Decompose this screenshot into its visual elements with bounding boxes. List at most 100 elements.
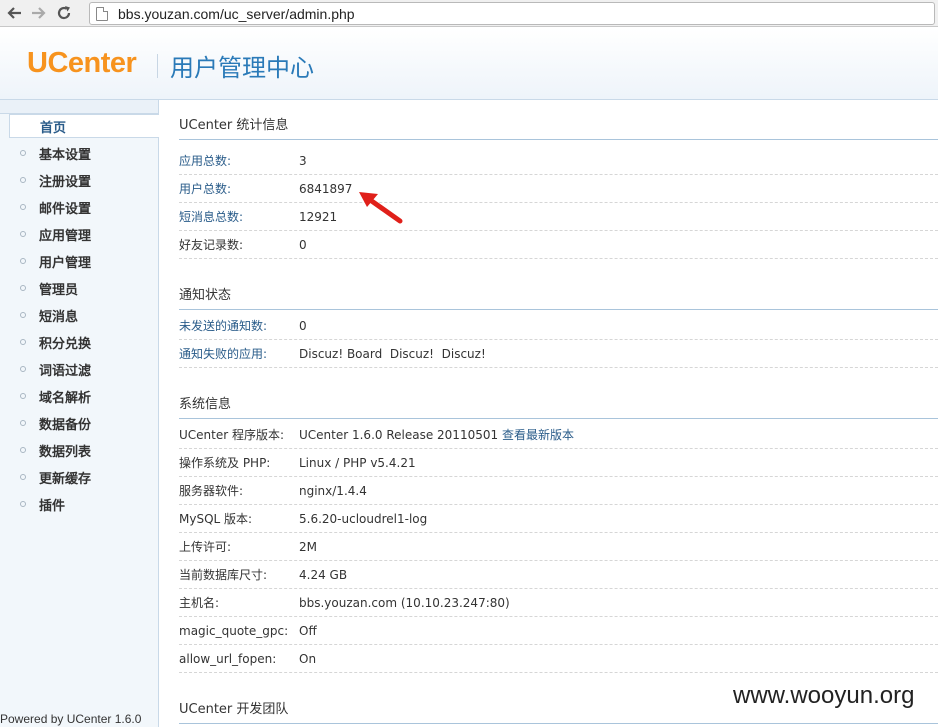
- reload-icon: [57, 6, 71, 20]
- bullet-icon: [20, 420, 26, 426]
- address-url: bbs.youzan.com/uc_server/admin.php: [118, 5, 355, 22]
- sidebar-item-user-management[interactable]: 用户管理: [0, 249, 159, 273]
- system-value: Off: [299, 623, 317, 638]
- stat-label[interactable]: 应用总数:: [179, 152, 299, 169]
- system-label: magic_quote_gpc:: [179, 623, 289, 638]
- bullet-icon: [20, 258, 26, 264]
- system-value: bbs.youzan.com (10.10.23.247:80): [299, 595, 510, 610]
- sidebar-item-label: 用户管理: [39, 255, 92, 271]
- sidebar-top-strip: [0, 100, 158, 114]
- back-button[interactable]: [3, 2, 25, 24]
- sidebar-item-label: 插件: [39, 498, 66, 514]
- system-label: 操作系统及 PHP:: [179, 456, 271, 470]
- sidebar-item-label: 注册设置: [39, 174, 92, 190]
- sidebar-item-label: 积分兑换: [39, 336, 92, 352]
- ucenter-logo[interactable]: UCenter: [27, 47, 137, 80]
- version-text: UCenter 1.6.0 Release 20110501: [299, 428, 499, 442]
- stat-row: 用户总数: 6841897: [179, 175, 938, 203]
- system-label: 服务器软件:: [179, 484, 244, 498]
- bullet-icon: [20, 393, 26, 399]
- bullet-icon: [20, 447, 26, 453]
- sidebar-item-label: 短消息: [39, 309, 79, 325]
- notify-label[interactable]: 通知失败的应用:: [179, 345, 299, 362]
- sidebar-item-data-backup[interactable]: 数据备份: [0, 411, 159, 435]
- stat-value: 3: [299, 153, 307, 168]
- sidebar-item-admins[interactable]: 管理员: [0, 276, 159, 300]
- system-value: On: [299, 651, 317, 666]
- sidebar-item-credit-exchange[interactable]: 积分兑换: [0, 330, 159, 354]
- system-label: allow_url_fopen:: [179, 651, 277, 666]
- back-arrow-icon: [7, 7, 21, 19]
- system-row: 上传许可: 2M: [179, 533, 938, 561]
- powered-by: Powered by UCenter 1.6.0: [0, 712, 142, 726]
- notify-section-title: 通知状态: [179, 280, 938, 310]
- system-value: nginx/1.4.4: [299, 483, 367, 498]
- stat-value: 12921: [299, 209, 338, 224]
- bullet-icon: [20, 285, 26, 291]
- sidebar-item-label: 词语过滤: [39, 363, 92, 379]
- stat-row: 好友记录数: 0: [179, 231, 938, 259]
- system-label: 主机名:: [179, 596, 220, 610]
- system-row: 主机名: bbs.youzan.com (10.10.23.247:80): [179, 589, 938, 617]
- sidebar-item-update-cache[interactable]: 更新缓存: [0, 465, 159, 489]
- sidebar-item-basic-settings[interactable]: 基本设置: [0, 141, 159, 165]
- stat-label[interactable]: 短消息总数:: [179, 208, 299, 225]
- sidebar-item-label: 数据列表: [39, 444, 92, 460]
- bullet-icon: [20, 339, 26, 345]
- stat-label[interactable]: 用户总数:: [179, 180, 299, 197]
- system-value: 4.24 GB: [299, 567, 348, 582]
- sidebar-item-word-filter[interactable]: 词语过滤: [0, 357, 159, 381]
- system-label: UCenter 程序版本:: [179, 428, 285, 442]
- header-title: 用户管理中心: [170, 54, 314, 82]
- check-latest-version-link[interactable]: 查看最新版本: [502, 428, 574, 442]
- sidebar-item-data-list[interactable]: 数据列表: [0, 438, 159, 462]
- stat-value: 6841897: [299, 181, 353, 196]
- notify-value: 0: [299, 318, 307, 333]
- bullet-icon: [20, 177, 26, 183]
- page-icon: [96, 6, 108, 21]
- sidebar-item-mail-settings[interactable]: 邮件设置: [0, 195, 159, 219]
- address-bar[interactable]: bbs.youzan.com/uc_server/admin.php: [89, 2, 935, 25]
- system-label: 当前数据库尺寸:: [179, 568, 268, 582]
- sidebar-item-messages[interactable]: 短消息: [0, 303, 159, 327]
- bullet-icon: [20, 150, 26, 156]
- notify-label[interactable]: 未发送的通知数:: [179, 317, 299, 334]
- sidebar-item-label: 基本设置: [39, 147, 92, 163]
- notify-row: 未发送的通知数: 0: [179, 312, 938, 340]
- notify-value: Discuz! Board Discuz! Discuz!: [299, 346, 486, 361]
- page-header: UCenter 用户管理中心: [0, 28, 938, 100]
- sidebar-item-label: 首页: [40, 120, 67, 136]
- header-divider: [157, 54, 158, 78]
- watermark: www.wooyun.org: [733, 682, 915, 709]
- sidebar-item-label: 更新缓存: [39, 471, 92, 487]
- stat-value: 0: [299, 237, 307, 252]
- sidebar-item-label: 管理员: [39, 282, 79, 298]
- stat-row: 短消息总数: 12921: [179, 203, 938, 231]
- bullet-icon: [20, 501, 26, 507]
- bullet-icon: [20, 366, 26, 372]
- stat-label: 好友记录数:: [179, 238, 244, 252]
- system-value: 2M: [299, 539, 317, 554]
- bullet-icon: [20, 204, 26, 210]
- bullet-icon: [20, 312, 26, 318]
- sidebar-item-domain-resolve[interactable]: 域名解析: [0, 384, 159, 408]
- system-value: 5.6.20-ucloudrel1-log: [299, 511, 428, 526]
- system-row: 服务器软件: nginx/1.4.4: [179, 477, 938, 505]
- sidebar-item-app-management[interactable]: 应用管理: [0, 222, 159, 246]
- sidebar-item-register-settings[interactable]: 注册设置: [0, 168, 159, 192]
- bullet-icon: [20, 474, 26, 480]
- system-value: Linux / PHP v5.4.21: [299, 455, 416, 470]
- sidebar-item-label: 邮件设置: [39, 201, 92, 217]
- system-section-title: 系统信息: [179, 389, 938, 419]
- system-value: UCenter 1.6.0 Release 20110501 查看最新版本: [299, 426, 574, 443]
- system-row: 操作系统及 PHP: Linux / PHP v5.4.21: [179, 449, 938, 477]
- sidebar-item-plugins[interactable]: 插件: [0, 492, 159, 516]
- system-row: 当前数据库尺寸: 4.24 GB: [179, 561, 938, 589]
- system-label: 上传许可:: [179, 540, 232, 554]
- bullet-icon: [20, 231, 26, 237]
- reload-button[interactable]: [53, 2, 75, 24]
- sidebar-item-label: 数据备份: [39, 417, 92, 433]
- forward-button[interactable]: [28, 2, 50, 24]
- sidebar-item-label: 应用管理: [39, 228, 92, 244]
- sidebar-item-home[interactable]: 首页: [9, 114, 159, 138]
